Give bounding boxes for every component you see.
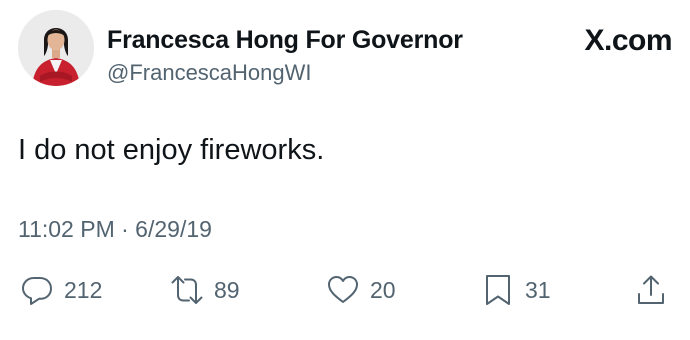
author-name[interactable]: Francesca Hong For Governor [107, 26, 463, 55]
share-button[interactable] [634, 270, 668, 310]
like-button[interactable]: 20 [326, 270, 396, 310]
tweet-timestamp[interactable]: 11:02 PM · 6/29/19 [18, 216, 212, 243]
reply-button[interactable]: 212 [20, 270, 102, 310]
share-icon [638, 275, 664, 304]
avatar-image [18, 10, 94, 86]
like-count: 20 [370, 276, 396, 303]
repost-count: 89 [214, 276, 240, 303]
brand-label: X.com [584, 24, 672, 57]
reply-count: 212 [64, 276, 103, 303]
heart-icon [328, 276, 358, 303]
avatar[interactable] [18, 10, 94, 86]
tweet-text: I do not enjoy fireworks. [18, 134, 325, 166]
bookmark-icon [486, 275, 510, 305]
bookmark-button[interactable]: 31 [481, 270, 551, 310]
tweet-header: Francesca Hong For Governor @FrancescaHo… [18, 10, 672, 88]
repost-icon [171, 276, 203, 304]
repost-button[interactable]: 89 [170, 270, 240, 310]
reply-icon [22, 277, 52, 305]
action-bar: 212 89 20 31 [0, 270, 690, 310]
author-handle[interactable]: @FrancescaHongWI [107, 60, 312, 86]
bookmark-count: 31 [525, 276, 551, 303]
